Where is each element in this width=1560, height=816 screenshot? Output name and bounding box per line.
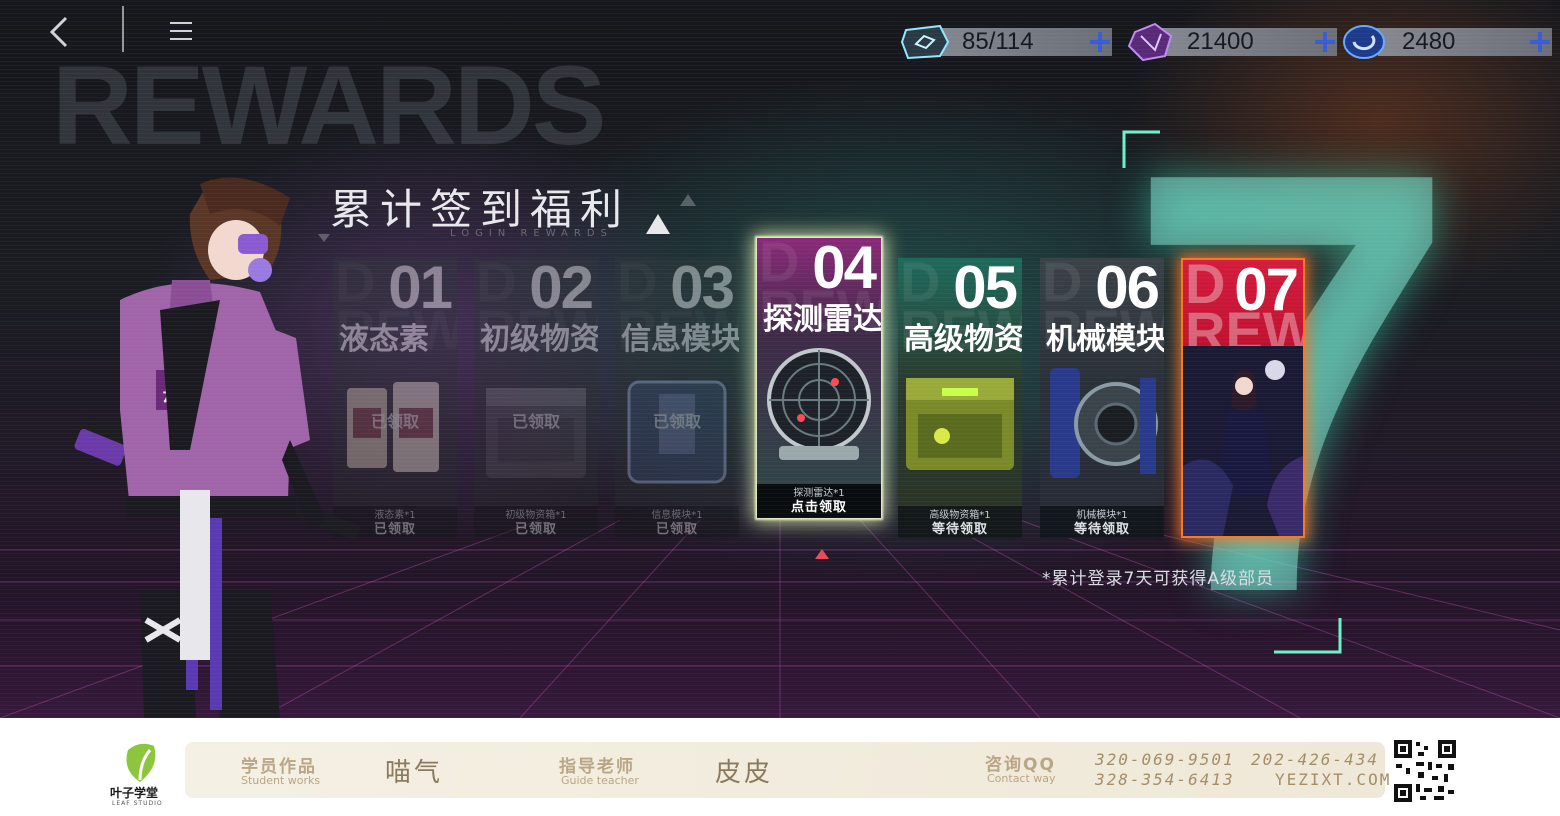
blue-gem-icon xyxy=(1340,22,1392,62)
currency-stamina: 85/114 xyxy=(900,22,1114,60)
back-chevron-icon xyxy=(49,16,68,48)
student-label-en: Student works xyxy=(241,774,321,787)
back-button[interactable] xyxy=(40,12,80,52)
credits-bar: 学员作品 Student works 喵气 指导老师 Guide teacher… xyxy=(185,742,1389,798)
plus-icon xyxy=(1315,32,1335,52)
card-status: 已领取 xyxy=(655,522,698,537)
card-item-name: 机械模块 xyxy=(1046,322,1164,357)
purple-crystal-icon xyxy=(1125,22,1177,62)
currency-value: 2480 xyxy=(1402,28,1456,55)
page-subtitle: LOGIN REWARDS xyxy=(450,228,613,239)
card-item-label: 初级物资箱*1 xyxy=(505,510,567,521)
reward-card-day-02[interactable]: D REW 02 初级物资 已领取 初级物资箱*1 已领取 xyxy=(474,258,598,538)
leaf-studio-logo: 叶子学堂 LEAF STUDIO xyxy=(108,740,174,810)
card-status-box: 初级物资箱*1 已领取 xyxy=(474,506,598,538)
bracket-decoration xyxy=(1122,130,1160,168)
card-item-name: 初级物资 xyxy=(480,322,598,357)
logo-text: 叶子学堂 xyxy=(110,786,159,800)
student-name: 喵气 xyxy=(385,758,444,788)
qr-code-icon xyxy=(1392,738,1458,804)
card-status: 等待领取 xyxy=(1073,522,1130,537)
reward-card-day-05[interactable]: D REW 05 高级物资 高级物资箱*1 等待领取 xyxy=(898,258,1022,538)
currency-crystal: 21400 xyxy=(1125,22,1339,62)
add-gem-button[interactable] xyxy=(1528,30,1552,54)
card-item-label: 高级物资箱*1 xyxy=(929,510,991,521)
contact-phone-1: 320-069-9501 xyxy=(1095,750,1235,769)
currency-value: 85/114 xyxy=(962,28,1034,55)
reward-card-day-07[interactable]: D REW 07 xyxy=(1181,258,1305,538)
contact-phone-2: 202-426-434 xyxy=(1251,750,1379,769)
plus-icon xyxy=(1530,32,1550,52)
player-character-image: 肆 xyxy=(74,177,361,718)
currency-value: 21400 xyxy=(1187,28,1254,55)
card-status-box: 机械模块*1 等待领取 xyxy=(1040,506,1164,538)
add-crystal-button[interactable] xyxy=(1313,30,1337,54)
add-stamina-button[interactable] xyxy=(1088,30,1112,54)
triangle-decoration xyxy=(680,194,696,206)
card-status-box: 信息模块*1 已领取 xyxy=(615,506,739,538)
advanced-crate-image xyxy=(906,378,1014,470)
a-rank-character-image xyxy=(1183,346,1303,536)
triangle-decoration xyxy=(646,214,670,234)
menu-button[interactable] xyxy=(166,18,196,44)
reward-card-day-06[interactable]: D REW 06 机械模块 机械模块*1 等待领取 xyxy=(1040,258,1164,538)
footer-banner: 叶子学堂 LEAF STUDIO 学员作品 Student works 喵气 指… xyxy=(0,718,1560,816)
teacher-label-en: Guide teacher xyxy=(561,774,639,787)
website: YEZIXT.COM xyxy=(1275,770,1392,789)
claim-button-label[interactable]: 点击领取 xyxy=(757,500,881,515)
card-day-number: 02 xyxy=(529,258,594,321)
card-day-number: 04 xyxy=(812,238,877,301)
selected-card-indicator xyxy=(815,549,829,559)
currency-bar xyxy=(1370,28,1552,56)
card-day-number: 06 xyxy=(1095,258,1160,321)
leaf-icon xyxy=(126,743,156,782)
card-day-number: 01 xyxy=(388,258,453,321)
rewards-background-word: REWARDS xyxy=(52,43,606,168)
card-item-label: 探测雷达*1 xyxy=(793,488,845,499)
hamburger-menu-icon xyxy=(170,22,192,40)
header-divider xyxy=(122,6,124,52)
card-item-name: 探测雷达 xyxy=(763,302,881,337)
reward-card-day-04[interactable]: D REW 04 探测雷达 探测雷达*1 点击领取 xyxy=(757,238,881,518)
mech-module-image xyxy=(1050,368,1158,478)
plus-icon xyxy=(1090,32,1110,52)
card-status-box: 高级物资箱*1 等待领取 xyxy=(898,506,1022,538)
card-day-number: 07 xyxy=(1234,258,1299,323)
reward-card-day-03[interactable]: D REW 03 信息模块 已领取 信息模块*1 已领取 xyxy=(615,258,739,538)
reward-note: *累计登录7天可获得A级部员 xyxy=(1042,569,1274,589)
stamina-hex-icon xyxy=(900,22,952,62)
bracket-decoration-bottom xyxy=(1274,618,1342,654)
card-day-number: 05 xyxy=(953,258,1018,321)
card-status: 已领取 xyxy=(514,522,557,537)
card-status-box: 探测雷达*1 点击领取 xyxy=(757,484,881,518)
logo-subtext: LEAF STUDIO xyxy=(112,800,163,807)
teacher-name: 皮皮 xyxy=(715,758,774,788)
card-item-name: 信息模块 xyxy=(621,322,739,357)
card-item-name: 高级物资 xyxy=(904,322,1022,357)
radar-device-image xyxy=(767,348,871,460)
currency-gem: 2480 xyxy=(1340,22,1554,60)
contact-label-en: Contact way xyxy=(987,772,1056,785)
card-item-label: 机械模块*1 xyxy=(1076,510,1128,521)
game-scene: REWARDS 7 85/114 xyxy=(0,0,1560,718)
claimed-mark: 已领取 xyxy=(511,412,560,431)
card-day-number: 03 xyxy=(670,258,735,321)
card-status: 等待领取 xyxy=(931,522,988,537)
contact-phone-3: 328-354-6413 xyxy=(1095,770,1235,789)
claimed-mark: 已领取 xyxy=(652,412,701,431)
card-item-label: 信息模块*1 xyxy=(651,510,703,521)
